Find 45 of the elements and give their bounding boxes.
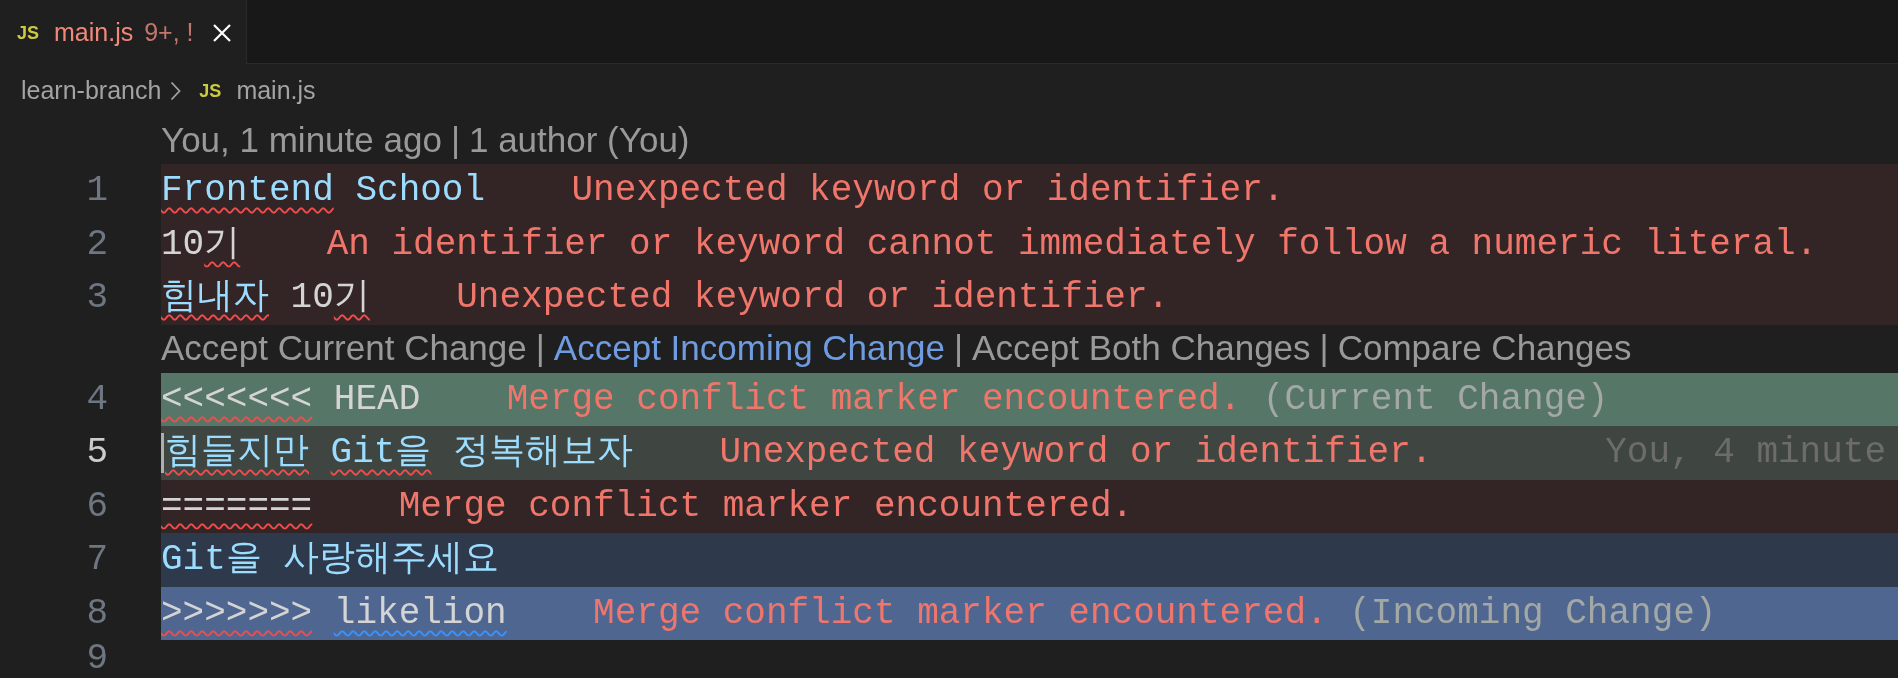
line-number: 8 <box>85 591 108 636</box>
codelens-separator: | <box>953 327 964 370</box>
chevron-right-icon <box>170 81 182 101</box>
code-text: 힘내자 10기 <box>161 276 370 320</box>
js-file-icon: JS <box>199 82 222 100</box>
error-message: Merge conflict marker encountered. <box>506 377 1242 422</box>
line-number: 4 <box>85 377 108 422</box>
text-cursor <box>161 432 164 473</box>
code-text: <<<<<<< HEAD <box>161 377 421 422</box>
codelens-link[interactable]: Accept Incoming Change <box>553 322 945 375</box>
code-text: 10기 <box>161 222 241 267</box>
line-number: 9 <box>85 640 108 678</box>
codelens-link[interactable]: Accept Current Change <box>161 322 527 375</box>
js-file-icon: JS <box>17 23 40 42</box>
problem-count: 9+, ! <box>144 16 194 48</box>
error-message: Merge conflict marker encountered. <box>398 484 1134 529</box>
line-number: 7 <box>85 538 108 582</box>
close-icon[interactable] <box>211 22 232 43</box>
breadcrumb-link[interactable]: learn-branch <box>21 72 162 110</box>
line-number: 5 <box>85 431 108 475</box>
code-text: >>>>>>> likelion <box>161 591 507 636</box>
line-number: 6 <box>85 484 108 529</box>
codelens-link[interactable]: Accept Both Changes <box>972 322 1311 375</box>
codelens-separator: | <box>535 327 545 370</box>
error-message: Unexpected keyword or identifier. <box>456 276 1170 320</box>
change-label: (Incoming Change) <box>1349 591 1717 636</box>
codelens-link[interactable]: Compare Changes <box>1337 322 1632 375</box>
codelens-separator: | <box>450 118 460 161</box>
editor-tab[interactable]: JS main.js 9+, ! <box>0 0 247 65</box>
line-number: 3 <box>85 276 108 320</box>
error-message: Unexpected keyword or identifier. <box>571 169 1285 213</box>
codelens-link[interactable]: 1 author (You) <box>468 113 690 167</box>
breadcrumb-link[interactable]: JS main.js <box>199 72 316 110</box>
change-label: (Current Change) <box>1262 377 1609 422</box>
line-number: 1 <box>85 169 108 213</box>
codelens-separator: | <box>1319 327 1329 370</box>
line-number: 2 <box>85 222 108 267</box>
codelens-link[interactable]: You, 1 minute ago <box>161 113 442 167</box>
code-text: Git을 사랑해주세요 <box>161 538 500 582</box>
error-message: Unexpected keyword or identifier. <box>719 431 1433 475</box>
code-text: Frontend School <box>161 169 486 213</box>
code-text: ======= <box>161 484 313 529</box>
code-text: 힘들지만 Git을 정복해보자 <box>165 431 634 475</box>
error-message: An identifier or keyword cannot immediately follow a numeric literal. <box>326 222 1818 267</box>
error-message: Merge conflict marker encountered. <box>593 591 1328 636</box>
